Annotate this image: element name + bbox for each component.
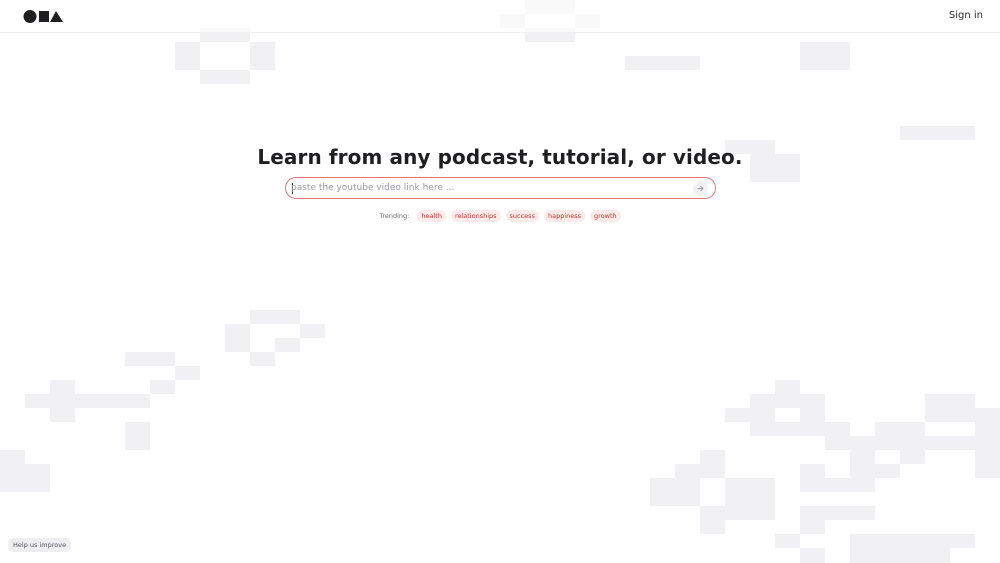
submit-button[interactable] xyxy=(693,181,708,196)
trending-tag-growth[interactable]: growth xyxy=(590,210,621,222)
background-pixel-block xyxy=(225,324,250,352)
trending-tag-relationships[interactable]: relationships xyxy=(450,210,501,222)
background-pixel-block xyxy=(875,422,900,436)
background-pixel-block xyxy=(200,70,250,84)
square-shape-icon xyxy=(39,11,49,22)
trending-tag-happiness[interactable]: happiness xyxy=(543,210,586,222)
background-pixel-block xyxy=(875,464,900,478)
trending-tag-health[interactable]: health xyxy=(417,210,446,222)
background-pixel-block xyxy=(250,352,275,366)
background-pixel-block xyxy=(775,534,800,548)
background-pixel-block xyxy=(925,436,975,450)
background-pixel-block xyxy=(900,422,925,464)
background-pixel-block xyxy=(825,478,875,492)
sign-in-button[interactable]: Sign in xyxy=(949,10,983,21)
background-pixel-block xyxy=(25,464,50,492)
background-pixel-block xyxy=(800,464,825,492)
background-pixel-block xyxy=(750,394,775,436)
background-pixel-block xyxy=(625,56,700,70)
background-pixel-block xyxy=(725,408,750,422)
background-pixel-block xyxy=(775,422,825,436)
background-pixel-block xyxy=(75,394,150,408)
background-pixel-block xyxy=(775,380,800,394)
background-pixel-block xyxy=(650,478,700,506)
background-pixel-block xyxy=(900,548,950,563)
background-pixel-block xyxy=(750,506,775,520)
background-pixel-block xyxy=(700,450,725,478)
background-pixel-block xyxy=(300,324,325,338)
background-pixel-block xyxy=(175,42,200,70)
search-box[interactable] xyxy=(285,177,716,199)
background-pixel-block xyxy=(800,42,850,70)
background-pixel-block xyxy=(800,548,825,563)
background-pixel-block xyxy=(800,506,825,534)
trending-row: Trending: health relationships success h… xyxy=(0,210,1000,222)
trending-label: Trending: xyxy=(379,212,410,220)
background-pixel-pattern xyxy=(0,0,1000,563)
background-pixel-block xyxy=(975,408,1000,478)
page: Sign in Learn from any podcast, tutorial… xyxy=(0,0,1000,563)
triangle-shape-icon xyxy=(50,11,63,22)
background-pixel-block xyxy=(850,450,875,478)
trending-tag-success[interactable]: success xyxy=(505,210,539,222)
background-pixel-block xyxy=(250,310,300,324)
background-pixel-block xyxy=(275,338,300,352)
background-pixel-block xyxy=(25,394,50,408)
help-us-improve-button[interactable]: Help us improve xyxy=(8,538,72,552)
top-bar: Sign in xyxy=(0,0,1000,33)
background-pixel-block xyxy=(825,506,875,520)
background-pixel-block xyxy=(0,450,25,492)
background-pixel-block xyxy=(700,506,725,534)
background-pixel-block xyxy=(125,422,150,450)
video-link-input[interactable] xyxy=(291,180,686,196)
background-pixel-block xyxy=(900,534,975,548)
background-pixel-block xyxy=(925,394,975,422)
background-pixel-block xyxy=(150,380,175,394)
background-pixel-block xyxy=(800,408,825,422)
background-pixel-block xyxy=(825,422,850,450)
circle-shape-icon xyxy=(23,10,37,23)
background-pixel-block xyxy=(175,366,200,380)
background-pixel-block xyxy=(775,394,825,408)
background-pixel-block xyxy=(125,352,175,366)
background-pixel-block xyxy=(50,380,75,422)
brand-logo[interactable] xyxy=(23,9,65,24)
arrow-right-icon xyxy=(697,185,704,192)
background-pixel-block xyxy=(250,42,275,70)
background-pixel-block xyxy=(850,534,900,563)
background-pixel-block xyxy=(850,436,900,450)
page-title: Learn from any podcast, tutorial, or vid… xyxy=(257,145,743,169)
background-pixel-block xyxy=(900,126,975,140)
